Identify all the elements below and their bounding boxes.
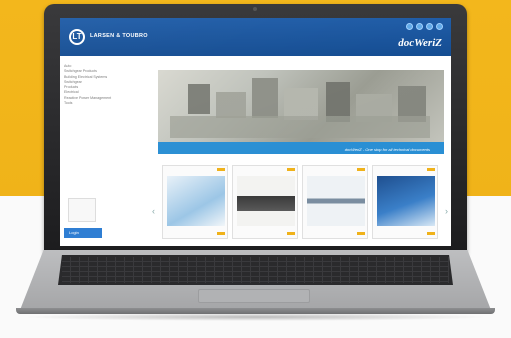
share-icon[interactable]: [416, 23, 423, 30]
user-icon[interactable]: [426, 23, 433, 30]
touchpad: [198, 289, 310, 303]
carousel-prev-icon[interactable]: ‹: [152, 206, 155, 216]
sidebar-widget: [68, 198, 96, 222]
help-icon[interactable]: [436, 23, 443, 30]
app-header: LT LARSEN & TOUBRO docWeriZ: [60, 18, 451, 56]
thumbnail-card[interactable]: [302, 165, 368, 239]
thumbnail-carousel: [158, 165, 448, 240]
webcam-icon: [253, 7, 257, 11]
laptop-shadow: [20, 313, 491, 321]
thumbnail-card[interactable]: [232, 165, 298, 239]
login-button[interactable]: Login: [64, 228, 102, 238]
globe-icon[interactable]: [406, 23, 413, 30]
laptop-screen: LT LARSEN & TOUBRO docWeriZ Auto Switchg…: [60, 18, 451, 246]
company-logo[interactable]: LT: [69, 29, 85, 45]
keyboard-keys: [62, 257, 449, 283]
laptop-front-edge: [16, 308, 495, 314]
laptop-lid: LT LARSEN & TOUBRO docWeriZ Auto Switchg…: [44, 4, 467, 254]
sidebar-item[interactable]: Tools: [64, 101, 152, 106]
header-icons: [406, 23, 443, 30]
company-name: LARSEN & TOUBRO: [90, 33, 148, 39]
brand-title: docWeriZ: [398, 37, 442, 49]
thumbnail-card[interactable]: [372, 165, 438, 239]
banner-caption: docWeriZ - One stop for all technical do…: [344, 147, 430, 152]
hero-banner[interactable]: docWeriZ - One stop for all technical do…: [158, 70, 444, 154]
thumbnail-card[interactable]: [162, 165, 228, 239]
